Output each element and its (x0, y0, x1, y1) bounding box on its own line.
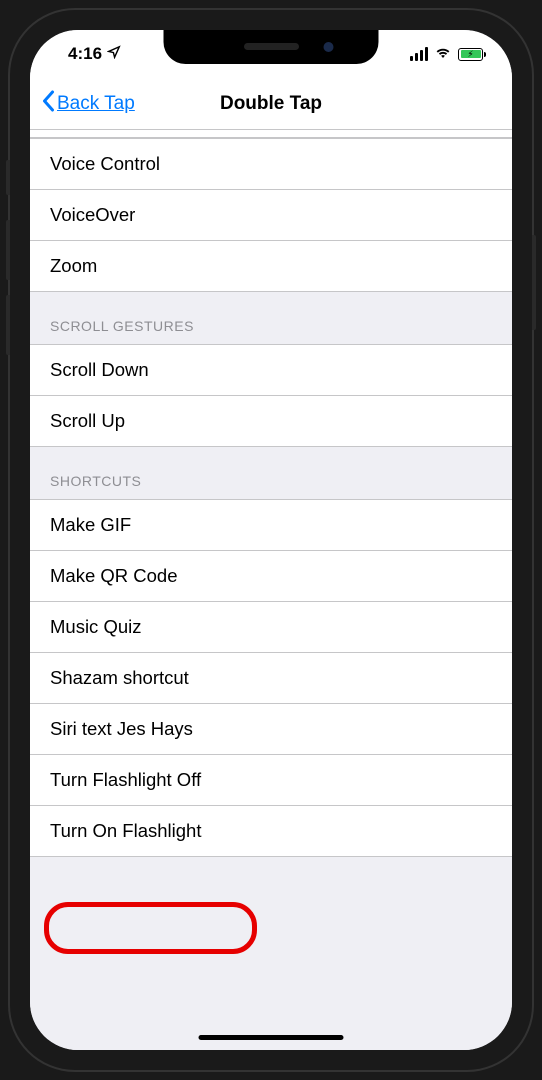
content-scroll[interactable]: Voice Control VoiceOver Zoom SCROLL GEST… (30, 130, 512, 1050)
chevron-left-icon (42, 90, 55, 118)
screen: 4:16 (30, 30, 512, 1050)
power-button (532, 235, 536, 330)
list-item-voice-control[interactable]: Voice Control (30, 138, 512, 190)
list-item-label: Siri text Jes Hays (50, 718, 193, 739)
volume-up-button (6, 220, 10, 280)
page-title: Double Tap (220, 93, 322, 115)
status-time: 4:16 (68, 44, 102, 64)
notch-camera (324, 42, 334, 52)
list-item-scroll-up[interactable]: Scroll Up (30, 396, 512, 447)
status-right: ⚡︎ (410, 45, 486, 64)
home-indicator[interactable] (199, 1035, 344, 1040)
accessibility-group: Voice Control VoiceOver Zoom (30, 138, 512, 292)
list-item-make-gif[interactable]: Make GIF (30, 499, 512, 551)
list-item-scroll-down[interactable]: Scroll Down (30, 344, 512, 396)
shortcuts-group: Make GIF Make QR Code Music Quiz Shazam … (30, 499, 512, 857)
list-item-siri-text[interactable]: Siri text Jes Hays (30, 704, 512, 755)
list-item-partial (30, 130, 512, 138)
notch (164, 30, 379, 64)
list-item-flashlight-off[interactable]: Turn Flashlight Off (30, 755, 512, 806)
status-left: 4:16 (68, 44, 121, 64)
list-item-shazam-shortcut[interactable]: Shazam shortcut (30, 653, 512, 704)
list-item-label: Zoom (50, 255, 97, 276)
list-item-zoom[interactable]: Zoom (30, 241, 512, 292)
battery-icon: ⚡︎ (458, 48, 486, 61)
list-item-label: Turn On Flashlight (50, 820, 202, 841)
list-item-label: Music Quiz (50, 616, 142, 637)
list-item-label: Voice Control (50, 153, 160, 174)
cellular-signal-icon (410, 47, 428, 61)
list-item-voiceover[interactable]: VoiceOver (30, 190, 512, 241)
list-item-music-quiz[interactable]: Music Quiz (30, 602, 512, 653)
list-item-label: Scroll Down (50, 359, 149, 380)
navigation-bar: Back Tap Double Tap (30, 78, 512, 130)
section-header-shortcuts: SHORTCUTS (30, 447, 512, 499)
mute-switch (6, 160, 10, 195)
list-item-label: Make GIF (50, 514, 131, 535)
location-services-icon (107, 44, 121, 64)
scroll-gestures-group: Scroll Down Scroll Up (30, 344, 512, 447)
volume-down-button (6, 295, 10, 355)
phone-frame: 4:16 (10, 10, 532, 1070)
list-item-make-qr-code[interactable]: Make QR Code (30, 551, 512, 602)
back-button[interactable]: Back Tap (42, 90, 135, 118)
back-label: Back Tap (57, 93, 135, 115)
list-item-label: Make QR Code (50, 565, 178, 586)
wifi-icon (434, 45, 452, 64)
list-item-label: Shazam shortcut (50, 667, 189, 688)
list-item-label: VoiceOver (50, 204, 135, 225)
list-item-label: Turn Flashlight Off (50, 769, 201, 790)
section-header-scroll: SCROLL GESTURES (30, 292, 512, 344)
list-item-flashlight-on[interactable]: Turn On Flashlight (30, 806, 512, 857)
list-item-label: Scroll Up (50, 410, 125, 431)
notch-speaker (244, 43, 299, 50)
